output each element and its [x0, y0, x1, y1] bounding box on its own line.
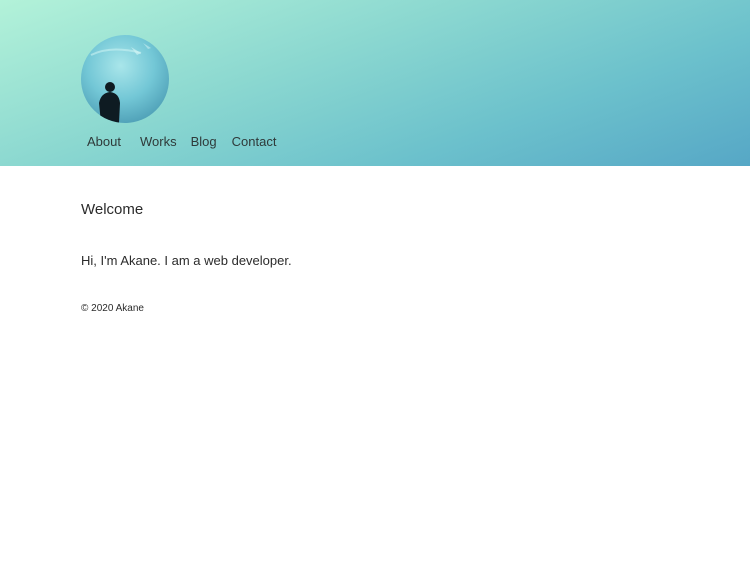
- nav-link-contact[interactable]: Contact: [232, 134, 277, 150]
- main-nav: About Works Blog Contact: [87, 134, 276, 150]
- page-title: Welcome: [81, 201, 144, 218]
- nav-link-works[interactable]: Works: [140, 134, 177, 150]
- intro-text: Hi, I'm Akane. I am a web developer.: [81, 253, 292, 268]
- main-content: Welcome Hi, I'm Akane. I am a web develo…: [81, 200, 681, 316]
- site-header: About Works Blog Contact: [0, 0, 750, 166]
- copyright-footer: © 2020 Akane: [81, 303, 144, 314]
- nav-link-about[interactable]: About: [87, 134, 121, 150]
- avatar: [81, 35, 169, 123]
- nav-link-blog[interactable]: Blog: [191, 134, 217, 150]
- person-silhouette-icon: [90, 43, 151, 123]
